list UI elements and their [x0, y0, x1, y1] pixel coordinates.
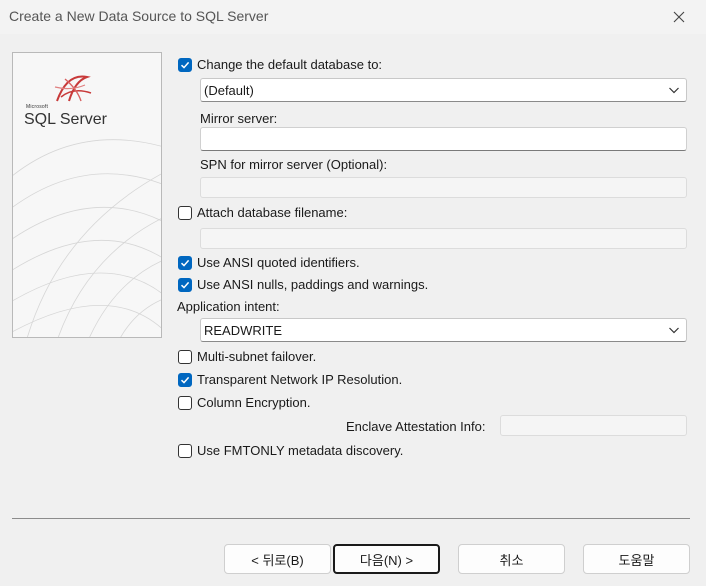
checkmark-icon: [180, 61, 190, 69]
close-icon: [673, 11, 685, 23]
column-enc-row: Column Encryption.: [178, 395, 310, 410]
help-button[interactable]: 도움말: [583, 544, 690, 574]
multisubnet-label: Multi-subnet failover.: [197, 349, 317, 364]
mirror-server-label: Mirror server:: [200, 111, 278, 126]
sidebar-image: Microsoft SQL Server: [12, 52, 162, 338]
next-button[interactable]: 다음(N) >: [333, 544, 440, 574]
back-button[interactable]: < 뒤로(B): [224, 544, 331, 574]
chevron-down-icon: [669, 327, 679, 334]
app-intent-select[interactable]: READWRITE: [200, 318, 687, 342]
fmtonly-checkbox[interactable]: [178, 443, 192, 458]
chevron-down-icon: [669, 87, 679, 94]
app-intent-label: Application intent:: [177, 299, 280, 314]
ansi-nulls-label: Use ANSI nulls, paddings and warnings.: [197, 277, 429, 292]
logo-sql-server-text: SQL Server: [24, 111, 107, 128]
attach-input[interactable]: [200, 228, 687, 249]
ansi-quoted-label: Use ANSI quoted identifiers.: [197, 255, 360, 270]
fmtonly-label: Use FMTONLY metadata discovery.: [197, 443, 404, 458]
mirror-server-input[interactable]: [200, 127, 687, 151]
tnir-label: Transparent Network IP Resolution.: [197, 372, 403, 387]
app-intent-value: READWRITE: [204, 323, 282, 338]
logo-microsoft-text: Microsoft: [26, 104, 49, 110]
ansi-nulls-row: Use ANSI nulls, paddings and warnings.: [178, 277, 428, 292]
default-db-label: Change the default database to:: [197, 57, 383, 72]
column-enc-label: Column Encryption.: [197, 395, 311, 410]
enclave-label: Enclave Attestation Info:: [346, 419, 486, 434]
enclave-input[interactable]: [500, 415, 687, 436]
default-db-value: (Default): [204, 83, 254, 98]
divider: [12, 518, 690, 519]
default-db-select[interactable]: (Default): [200, 78, 687, 102]
attach-checkbox[interactable]: [178, 205, 192, 220]
spn-label: SPN for mirror server (Optional):: [200, 157, 388, 172]
spn-input[interactable]: [200, 177, 687, 198]
title-bar: Create a New Data Source to SQL Server: [0, 0, 706, 34]
checkmark-icon: [180, 376, 190, 384]
tnir-row: Transparent Network IP Resolution.: [178, 372, 402, 387]
tnir-checkbox[interactable]: [178, 372, 192, 387]
cancel-button[interactable]: 취소: [458, 544, 565, 574]
multisubnet-checkbox[interactable]: [178, 349, 192, 364]
default-db-row: Change the default database to:: [178, 57, 382, 72]
fmtonly-row: Use FMTONLY metadata discovery.: [178, 443, 403, 458]
checkmark-icon: [180, 281, 190, 289]
window-title: Create a New Data Source to SQL Server: [9, 8, 269, 24]
ansi-quoted-row: Use ANSI quoted identifiers.: [178, 255, 360, 270]
checkmark-icon: [180, 259, 190, 267]
attach-label: Attach database filename:: [197, 205, 348, 220]
column-enc-checkbox[interactable]: [178, 395, 192, 410]
ansi-nulls-checkbox[interactable]: [178, 277, 192, 292]
default-db-checkbox[interactable]: [178, 57, 192, 72]
multisubnet-row: Multi-subnet failover.: [178, 349, 316, 364]
close-button[interactable]: [660, 4, 698, 30]
ansi-quoted-checkbox[interactable]: [178, 255, 192, 270]
attach-row: Attach database filename:: [178, 205, 347, 220]
sql-server-logo-icon: [54, 75, 92, 102]
